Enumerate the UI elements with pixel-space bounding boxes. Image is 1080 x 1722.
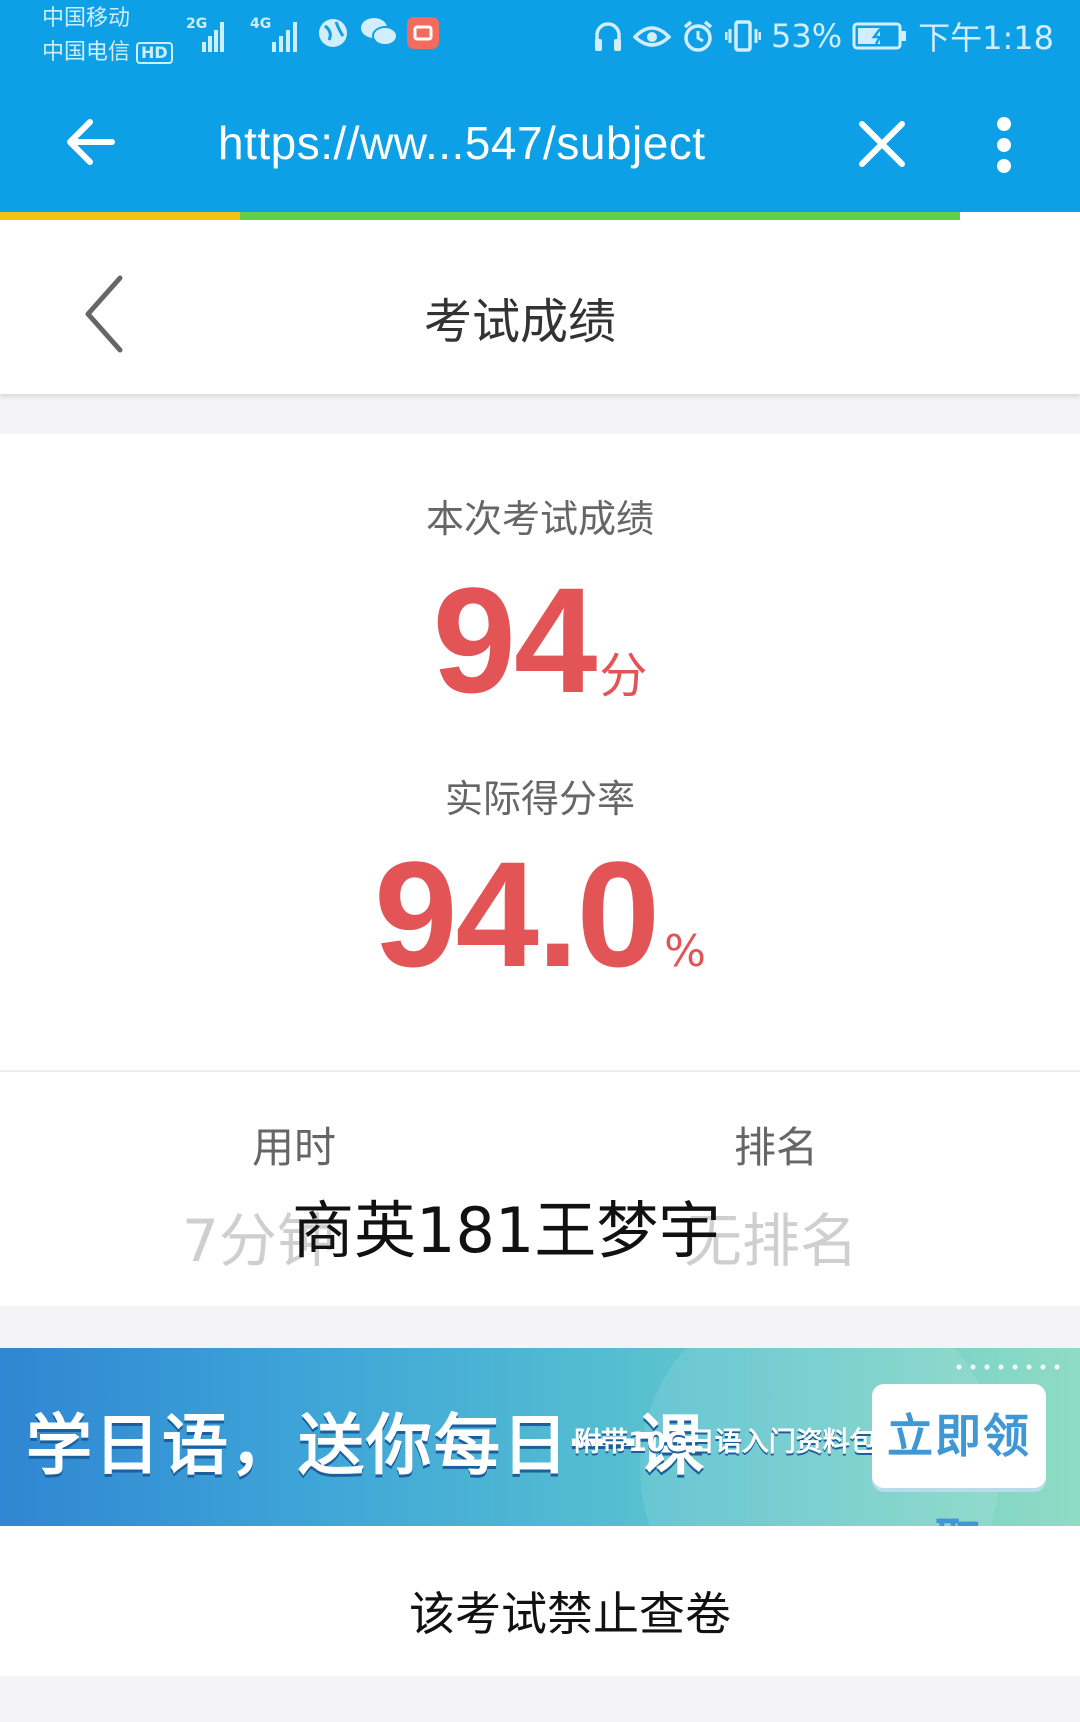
ad-banner[interactable]: 学日语，送你每日一课 附带10G日语入门资料包 立即领取	[0, 1348, 1080, 1526]
alarm-icon	[683, 20, 713, 52]
clock-time: 下午1:18	[918, 19, 1054, 57]
carrier-2: 中国电信 HD	[42, 40, 173, 66]
globe-icon	[319, 19, 347, 47]
decorative-dots	[952, 1360, 1062, 1374]
eye-icon	[633, 26, 671, 47]
page-title: 考试成绩	[423, 294, 616, 350]
score-unit: 分	[599, 648, 648, 704]
battery-percent: 53%	[771, 17, 843, 55]
time-label: 用时	[252, 1123, 337, 1172]
rate-number: 94.0	[374, 830, 660, 998]
banner-subtext: 附带10G日语入门资料包	[574, 1427, 877, 1458]
wechat-icon	[361, 18, 398, 46]
signal-4g-icon: 4G	[250, 16, 304, 52]
score-label: 本次考试成绩	[425, 497, 654, 541]
hd-badge: HD	[136, 42, 173, 64]
close-icon[interactable]	[856, 118, 908, 170]
browser-chrome: 中国移动 中国电信 HD 2G 4G 53% 下午1:18 https://ww…	[0, 0, 1080, 212]
app-notification-icon	[407, 17, 439, 49]
review-disabled-notice: 该考试禁止查卷	[409, 1587, 731, 1641]
score-card: 本次考试成绩 94分 实际得分率 94.0%	[0, 434, 1080, 1072]
carrier-1: 中国移动	[42, 6, 131, 31]
url-bar: https://ww...547/subject	[0, 78, 1080, 212]
headphones-icon	[595, 22, 621, 51]
score-value: 94分	[0, 554, 1080, 727]
rate-unit: %	[664, 926, 706, 977]
browser-back-icon[interactable]	[62, 114, 118, 170]
score-number: 94	[432, 556, 598, 724]
battery-charging-icon	[852, 22, 907, 50]
status-bar: 中国移动 中国电信 HD 2G 4G 53% 下午1:18	[0, 0, 1080, 78]
notice-panel: 该考试禁止查卷	[0, 1526, 1080, 1676]
stats-row: 用时 排名 7分钟 无排名 商英181王梦宇	[0, 1072, 1080, 1306]
name-overlay-text: 商英181王梦宇	[292, 1194, 721, 1267]
page-load-progress	[0, 212, 1080, 222]
vibrate-icon	[725, 20, 761, 52]
carrier-2-label: 中国电信	[42, 40, 131, 65]
claim-now-button[interactable]: 立即领取	[872, 1384, 1046, 1526]
rate-label: 实际得分率	[444, 777, 635, 821]
more-menu-icon[interactable]	[994, 116, 1014, 174]
rank-label: 排名	[734, 1123, 819, 1172]
page-header: 考试成绩	[0, 222, 1080, 394]
url-text[interactable]: https://ww...547/subject	[218, 116, 706, 170]
signal-2g-icon: 2G	[186, 16, 226, 52]
rate-value: 94.0%	[0, 828, 1080, 1001]
status-right: 53% 下午1:18	[593, 14, 1054, 58]
